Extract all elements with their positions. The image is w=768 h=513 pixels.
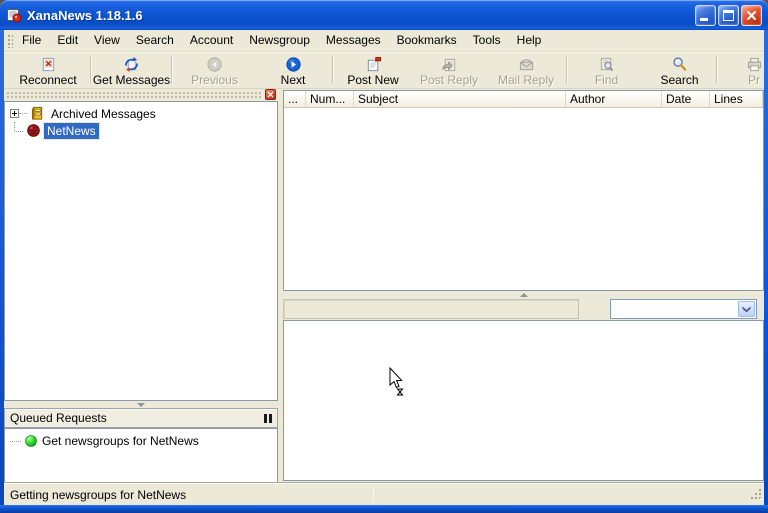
- reconnect-icon: [40, 56, 57, 73]
- message-view-splitter[interactable]: [283, 291, 764, 299]
- grip-dots-icon: [6, 91, 262, 99]
- menu-search[interactable]: Search: [128, 30, 182, 51]
- post-reply-icon: [441, 56, 458, 73]
- menu-bar: File Edit View Search Account Newsgroup …: [4, 30, 764, 52]
- menu-account[interactable]: Account: [182, 30, 241, 51]
- menu-edit[interactable]: Edit: [49, 30, 86, 51]
- menu-tools[interactable]: Tools: [465, 30, 509, 51]
- queued-requests-title: Queued Requests: [10, 411, 107, 425]
- message-list: ... Num... Subject Author Date Lines: [283, 90, 764, 291]
- toolbar-separator: [332, 56, 334, 84]
- pause-icon[interactable]: [264, 414, 272, 423]
- window-title: XanaNews 1.18.1.6: [27, 8, 143, 23]
- queued-request-item[interactable]: Get newsgroups for NetNews: [5, 434, 277, 448]
- queued-requests-list: Get newsgroups for NetNews: [4, 428, 278, 483]
- get-messages-icon: [123, 56, 140, 73]
- menu-messages[interactable]: Messages: [318, 30, 389, 51]
- column-header-number[interactable]: Num...: [306, 91, 354, 107]
- toolbar-separator: [566, 56, 568, 84]
- post-reply-button: Post Reply: [411, 52, 487, 88]
- close-icon: [742, 6, 761, 25]
- close-icon: [266, 90, 275, 99]
- next-icon: [285, 56, 302, 73]
- tree-item-label[interactable]: NetNews: [44, 123, 99, 139]
- column-header-date[interactable]: Date: [662, 91, 710, 107]
- app-icon: [6, 7, 22, 23]
- folder-panel-close-button[interactable]: [265, 89, 276, 100]
- menu-view[interactable]: View: [86, 30, 128, 51]
- news-server-icon: [26, 123, 41, 138]
- minimize-button[interactable]: [695, 5, 716, 26]
- newsgroup-combobox[interactable]: [610, 299, 757, 319]
- window-bottom-border: [0, 505, 768, 513]
- mail-reply-button: Mail Reply: [487, 52, 565, 88]
- tree-item-netnews[interactable]: NetNews: [5, 122, 277, 139]
- app-window: XanaNews 1.18.1.6 File Edit View Search …: [0, 0, 768, 513]
- print-icon: [746, 56, 763, 73]
- print-button: Pr: [719, 52, 764, 88]
- get-messages-button[interactable]: Get Messages: [93, 52, 170, 88]
- message-list-header: ... Num... Subject Author Date Lines: [284, 91, 763, 108]
- post-new-button[interactable]: Post New: [335, 52, 411, 88]
- mail-reply-icon: [518, 56, 535, 73]
- chevron-down-icon: [742, 306, 751, 313]
- toolbar-separator: [716, 56, 718, 84]
- header-info-panel: [283, 299, 579, 319]
- client-area: Archived Messages NetNews Queued Reque: [4, 89, 764, 483]
- menu-file[interactable]: File: [14, 30, 49, 51]
- column-header-lines[interactable]: Lines: [710, 91, 763, 107]
- post-new-icon: [365, 56, 382, 73]
- expand-icon[interactable]: [10, 109, 19, 118]
- maximize-icon: [723, 10, 734, 21]
- previous-icon: [206, 56, 223, 73]
- menubar-gripper[interactable]: [6, 33, 13, 48]
- tree-connector: [10, 441, 21, 442]
- main-toolbar: Reconnect Get Messages: [4, 52, 764, 89]
- reconnect-button[interactable]: Reconnect: [7, 52, 89, 88]
- close-button[interactable]: [741, 5, 762, 26]
- queued-panel-splitter[interactable]: [4, 401, 278, 408]
- green-ball-icon: [25, 435, 37, 447]
- find-button: Find: [569, 52, 644, 88]
- column-header-author[interactable]: Author: [566, 91, 662, 107]
- tree-item-archived-messages[interactable]: Archived Messages: [5, 105, 277, 122]
- maximize-button[interactable]: [718, 5, 739, 26]
- mouse-cursor-icon: [388, 367, 406, 400]
- queued-request-label: Get newsgroups for NetNews: [42, 434, 199, 448]
- menu-newsgroup[interactable]: Newsgroup: [241, 30, 318, 51]
- collapse-up-icon: [520, 293, 528, 297]
- find-icon: [598, 56, 615, 73]
- tree-connector: [19, 113, 27, 114]
- resize-grip[interactable]: [749, 487, 763, 504]
- menu-bookmarks[interactable]: Bookmarks: [389, 30, 465, 51]
- column-header-subject[interactable]: Subject: [354, 91, 566, 107]
- archive-icon: [30, 106, 45, 121]
- previous-button: Previous: [174, 52, 255, 88]
- minimize-icon: [700, 18, 708, 21]
- next-button[interactable]: Next: [255, 52, 331, 88]
- queued-requests-header: Queued Requests: [4, 408, 278, 428]
- collapse-down-icon: [137, 403, 145, 407]
- search-icon: [671, 56, 688, 73]
- message-view[interactable]: [283, 320, 764, 481]
- tree-connector: [14, 122, 23, 132]
- toolbar-separator: [90, 56, 92, 84]
- folder-panel-grip[interactable]: [4, 89, 278, 101]
- search-button[interactable]: Search: [644, 52, 715, 88]
- status-bar: Getting newsgroups for NetNews: [4, 483, 764, 505]
- column-header-flags[interactable]: ...: [284, 91, 306, 107]
- tree-item-label[interactable]: Archived Messages: [48, 106, 159, 122]
- folder-tree: Archived Messages NetNews: [4, 101, 278, 401]
- status-panel-divider: [373, 488, 374, 502]
- menu-help[interactable]: Help: [509, 30, 550, 51]
- title-bar[interactable]: XanaNews 1.18.1.6: [0, 0, 768, 30]
- combobox-dropdown-button[interactable]: [738, 301, 755, 317]
- toolbar-separator: [171, 56, 173, 84]
- status-message: Getting newsgroups for NetNews: [4, 488, 186, 502]
